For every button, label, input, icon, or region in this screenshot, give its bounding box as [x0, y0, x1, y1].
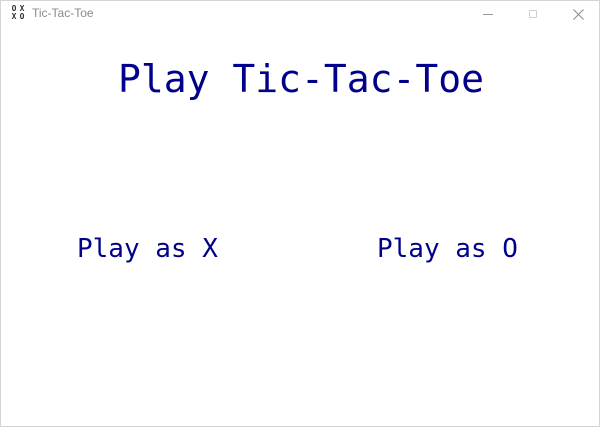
play-as-o-button[interactable]: Play as O [377, 234, 518, 264]
icon-glyph: O [19, 12, 25, 21]
close-button[interactable] [555, 1, 599, 27]
icon-glyph: X [11, 12, 17, 21]
game-menu: Play Tic-Tac-Toe Play as X Play as O [1, 27, 599, 426]
title-bar[interactable]: O X X O Tic-Tac-Toe [1, 1, 599, 27]
minimize-icon [483, 13, 493, 15]
page-title: Play Tic-Tac-Toe [117, 57, 485, 101]
maximize-button[interactable] [510, 1, 556, 27]
tic-tac-toe-icon: O X X O [10, 5, 26, 21]
minimize-button[interactable] [465, 1, 511, 27]
play-as-x-button[interactable]: Play as X [77, 234, 218, 264]
window-title: Tic-Tac-Toe [32, 6, 94, 20]
close-icon [572, 8, 584, 20]
app-window: O X X O Tic-Tac-Toe Play Tic-Tac-Toe Pla… [0, 0, 600, 427]
maximize-icon [529, 10, 537, 18]
